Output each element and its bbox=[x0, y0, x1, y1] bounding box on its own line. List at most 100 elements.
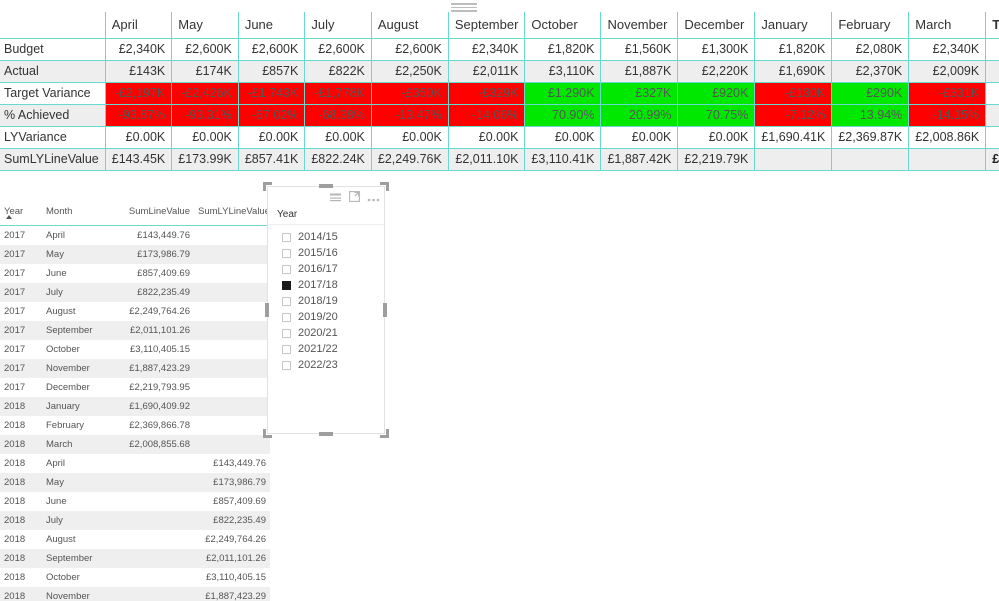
table-row[interactable]: 2017 May £173,986.79 bbox=[0, 245, 270, 264]
table-row[interactable]: 2018 September £2,011,101.26 bbox=[0, 549, 270, 568]
table-col-header-year[interactable]: Year bbox=[0, 203, 42, 226]
matrix-cell[interactable]: £2,370K bbox=[831, 60, 909, 83]
matrix-col-header[interactable]: October bbox=[524, 12, 601, 39]
checkbox-unchecked-icon[interactable] bbox=[282, 232, 291, 242]
table-row[interactable]: 2018 November £1,887,423.29 bbox=[0, 587, 270, 601]
selection-handle-bottom-left[interactable] bbox=[263, 429, 272, 438]
focus-mode-icon[interactable] bbox=[349, 189, 360, 207]
table-row[interactable]: 2017 August £2,249,764.26 bbox=[0, 302, 270, 321]
matrix-cell[interactable]: £0.00K bbox=[370, 126, 449, 149]
matrix-cell[interactable]: -£1,743K bbox=[237, 82, 305, 105]
matrix-cell[interactable]: £2,340K bbox=[104, 38, 172, 61]
matrix-cell[interactable]: -7.12% bbox=[754, 104, 832, 127]
matrix-cell[interactable]: -13.47% bbox=[370, 104, 449, 127]
table-row[interactable]: 2017 November £1,887,423.29 bbox=[0, 359, 270, 378]
matrix-cell-total[interactable]: £6,069.13K bbox=[985, 126, 999, 149]
matrix-cell[interactable]: £173.99K bbox=[171, 148, 239, 171]
matrix-cell[interactable]: £0.00K bbox=[104, 126, 172, 149]
matrix-cell[interactable]: £1,290K bbox=[524, 82, 601, 105]
matrix-col-header[interactable]: January bbox=[754, 12, 832, 39]
selection-handle-bottom-right[interactable] bbox=[380, 429, 389, 438]
table-row[interactable]: 2018 July £822,235.49 bbox=[0, 511, 270, 530]
matrix-cell[interactable]: £2,340K bbox=[908, 38, 986, 61]
matrix-col-header-total[interactable]: Total bbox=[985, 12, 999, 39]
checkbox-unchecked-icon[interactable] bbox=[282, 328, 291, 338]
matrix-cell[interactable]: -£2,426K bbox=[171, 82, 239, 105]
matrix-cell[interactable]: 70.75% bbox=[677, 104, 755, 127]
matrix-cell[interactable]: £822K bbox=[304, 60, 372, 83]
matrix-cell[interactable]: £2,340K bbox=[447, 38, 525, 61]
matrix-cell[interactable]: £857K bbox=[237, 60, 305, 83]
matrix-cell[interactable]: £3,110.41K bbox=[524, 148, 601, 171]
matrix-cell[interactable]: £174K bbox=[171, 60, 239, 83]
table-row[interactable]: 2018 April £143,449.76 bbox=[0, 454, 270, 473]
matrix-cell[interactable]: £2,220K bbox=[677, 60, 755, 83]
matrix-col-header[interactable]: June bbox=[237, 12, 305, 39]
matrix-col-header[interactable]: February bbox=[831, 12, 909, 39]
matrix-cell[interactable]: £2,600K bbox=[237, 38, 305, 61]
table-col-header-sumlinevalue[interactable]: SumLineValue bbox=[118, 203, 194, 226]
matrix-cell[interactable]: £1,300K bbox=[677, 38, 755, 61]
matrix-cell[interactable]: £0.00K bbox=[171, 126, 239, 149]
checkbox-unchecked-icon[interactable] bbox=[282, 344, 291, 354]
matrix-cell[interactable]: £1,820K bbox=[524, 38, 601, 61]
slicer-item[interactable]: 2022/23 bbox=[282, 357, 380, 373]
matrix-cell[interactable]: £857.41K bbox=[237, 148, 305, 171]
matrix-cell[interactable]: £1,887.42K bbox=[600, 148, 678, 171]
matrix-cell[interactable]: £3,110K bbox=[524, 60, 601, 83]
matrix-cell[interactable]: -£130K bbox=[754, 82, 832, 105]
matrix-row-header[interactable]: Target Variance bbox=[0, 82, 106, 105]
table-row[interactable]: 2017 December £2,219,793.95 bbox=[0, 378, 270, 397]
matrix-cell[interactable]: -93.31% bbox=[171, 104, 239, 127]
checkbox-unchecked-icon[interactable] bbox=[282, 312, 291, 322]
table-row[interactable]: 2018 February £2,369,866.78 bbox=[0, 416, 270, 435]
matrix-cell[interactable]: £2,011K bbox=[447, 60, 525, 83]
matrix-cell[interactable] bbox=[908, 148, 986, 171]
matrix-cell[interactable]: £1,690K bbox=[754, 60, 832, 83]
matrix-cell[interactable]: £2,080K bbox=[831, 38, 909, 61]
matrix-cell[interactable]: £0.00K bbox=[304, 126, 372, 149]
matrix-cell[interactable]: £290K bbox=[831, 82, 909, 105]
table-row[interactable]: 2017 July £822,235.49 bbox=[0, 283, 270, 302]
matrix-cell[interactable]: £2,600K bbox=[304, 38, 372, 61]
selection-handle-top-right[interactable] bbox=[380, 182, 389, 191]
matrix-cell[interactable]: -14.15% bbox=[908, 104, 986, 127]
table-visual[interactable]: Year Month SumLineValue SumLYLineValue 2… bbox=[0, 203, 270, 601]
matrix-cell[interactable]: -68.38% bbox=[304, 104, 372, 127]
selection-handle-top[interactable] bbox=[319, 184, 333, 188]
matrix-cell[interactable]: £0.00K bbox=[447, 126, 525, 149]
matrix-cell-total[interactable]: £26,000K bbox=[985, 38, 999, 61]
table-row[interactable]: 2017 September £2,011,101.26 bbox=[0, 321, 270, 340]
matrix-col-header[interactable]: September bbox=[447, 12, 525, 39]
detail-table[interactable]: Year Month SumLineValue SumLYLineValue 2… bbox=[0, 203, 270, 601]
checkbox-unchecked-icon[interactable] bbox=[282, 296, 291, 306]
matrix-cell-total[interactable]: -24.83% bbox=[985, 104, 999, 127]
matrix-cell[interactable]: £2,600K bbox=[171, 38, 239, 61]
matrix-cell[interactable]: £2,369.87K bbox=[831, 126, 909, 149]
matrix-cell[interactable]: £0.00K bbox=[600, 126, 678, 149]
table-row[interactable]: 2017 April £143,449.76 bbox=[0, 226, 270, 246]
matrix-visual[interactable]: April May June July August September Oct… bbox=[0, 0, 999, 171]
checkbox-checked-icon[interactable] bbox=[282, 280, 291, 290]
slicer-item[interactable]: 2019/20 bbox=[282, 309, 380, 325]
matrix-cell[interactable]: -14.06% bbox=[447, 104, 525, 127]
matrix-cell[interactable] bbox=[831, 148, 909, 171]
matrix-cell[interactable]: £1,690.41K bbox=[754, 126, 832, 149]
table-row[interactable]: 2017 June £857,409.69 bbox=[0, 264, 270, 283]
matrix-cell[interactable]: £2,250K bbox=[370, 60, 449, 83]
matrix-row-header[interactable]: Actual bbox=[0, 60, 106, 83]
matrix-cell[interactable]: -£350K bbox=[370, 82, 449, 105]
checkbox-unchecked-icon[interactable] bbox=[282, 248, 291, 258]
slicer-item[interactable]: 2020/21 bbox=[282, 325, 380, 341]
more-options-icon[interactable] bbox=[367, 189, 380, 207]
matrix-cell[interactable]: £327K bbox=[600, 82, 678, 105]
matrix-cell[interactable] bbox=[754, 148, 832, 171]
matrix-cell[interactable]: £143K bbox=[104, 60, 172, 83]
selection-handle-top-left[interactable] bbox=[263, 182, 272, 191]
matrix-cell[interactable]: £2,011.10K bbox=[447, 148, 525, 171]
matrix-cell[interactable]: £143.45K bbox=[104, 148, 172, 171]
slicer-item[interactable]: 2015/16 bbox=[282, 245, 380, 261]
checkbox-unchecked-icon[interactable] bbox=[282, 264, 291, 274]
selection-handle-right[interactable] bbox=[383, 303, 387, 317]
slicer-item[interactable]: 2021/22 bbox=[282, 341, 380, 357]
